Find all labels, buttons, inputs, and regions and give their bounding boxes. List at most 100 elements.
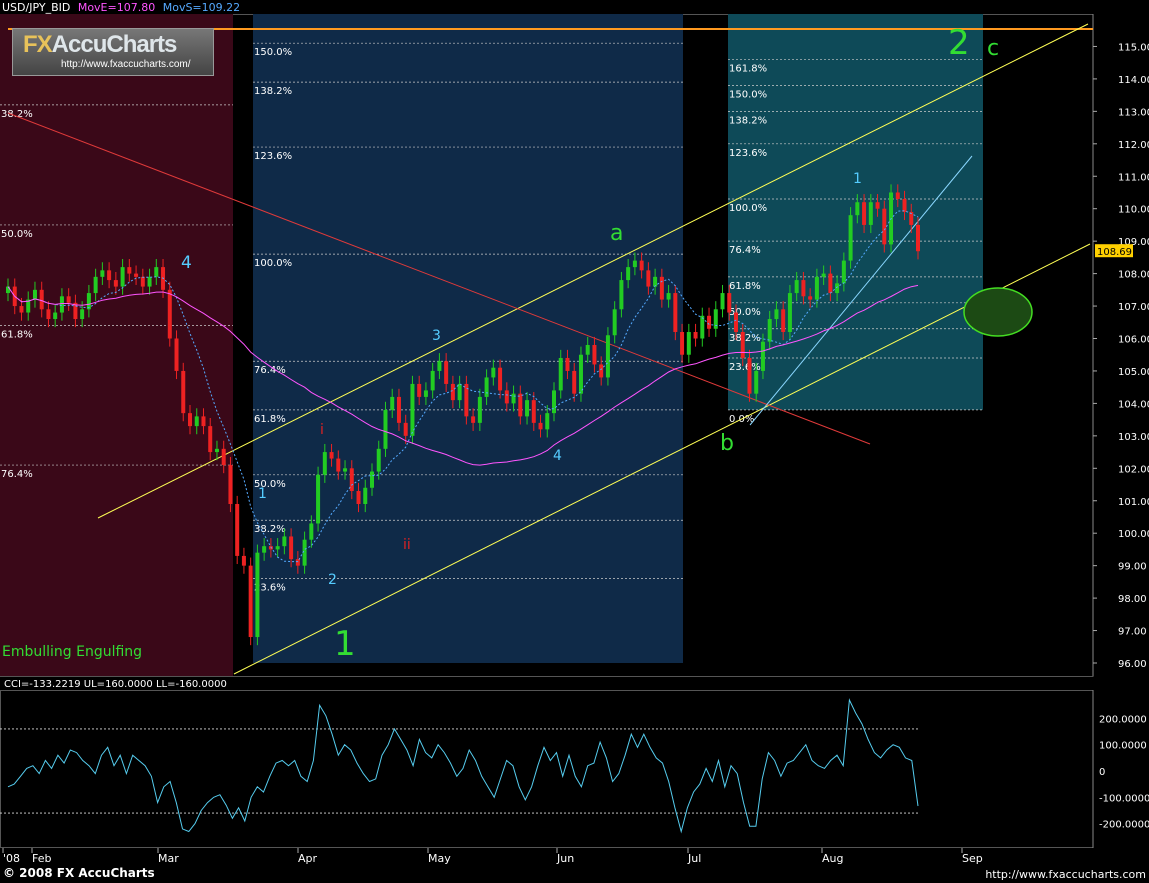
candle-body: [140, 276, 145, 287]
candle-body: [855, 202, 860, 216]
candle-body: [531, 400, 536, 423]
wave-label: 1: [258, 486, 267, 502]
candle-body: [289, 536, 294, 560]
wave-label: 2: [948, 23, 970, 63]
wave-label: 2: [328, 572, 337, 588]
candle-body: [821, 273, 826, 277]
candle-body: [592, 344, 597, 365]
candle-body: [700, 315, 705, 339]
candle-body: [552, 390, 556, 414]
candle-body: [255, 552, 260, 638]
y-tick-label: 110.00: [1118, 205, 1149, 216]
movs-label: MovS=109.22: [162, 1, 241, 14]
candle-body: [484, 377, 489, 397]
y-tick-label: 100.00: [1118, 529, 1149, 540]
candle-body: [248, 565, 253, 638]
candle-body: [734, 312, 738, 333]
candle-body: [673, 293, 678, 333]
candle-body: [6, 286, 10, 294]
copyright-text: © 2008 FX AccuCharts: [3, 866, 155, 880]
cci-tick-label: 100.0000: [1099, 741, 1147, 752]
fib-level-label: 123.6%: [729, 148, 767, 159]
y-tick-label: 114.00: [1118, 75, 1149, 86]
cci-line: [7, 698, 919, 834]
candle-body: [201, 416, 206, 427]
candle-body: [370, 471, 374, 488]
x-tick-label: Sep: [962, 852, 983, 865]
x-tick-label: Apr: [298, 852, 318, 865]
wave-label: b: [720, 431, 734, 456]
x-tick-label: Aug: [822, 852, 843, 865]
fib-level-label: 50.0%: [729, 307, 761, 318]
candle-body: [572, 370, 577, 394]
candle-body: [262, 546, 267, 553]
candle-body: [19, 306, 24, 313]
cci-tick-label: -100.0000: [1099, 793, 1149, 804]
fib-level-label: 50.0%: [1, 229, 33, 240]
y-tick-label: 112.00: [1118, 140, 1149, 151]
candle-body: [498, 367, 503, 391]
candle-body: [612, 309, 617, 336]
candle-body: [511, 393, 516, 404]
candle-body: [120, 267, 125, 287]
candle-body: [383, 409, 388, 449]
candle-body: [848, 215, 853, 261]
candle-body: [188, 413, 192, 427]
candle-body: [356, 491, 361, 504]
candle-body: [147, 276, 152, 287]
candle-body: [390, 396, 395, 410]
candle-body: [767, 319, 772, 342]
candle-body: [423, 390, 428, 397]
candle-body: [659, 276, 664, 300]
candle-body: [295, 559, 300, 566]
candle-body: [882, 208, 887, 245]
candle-body: [46, 309, 51, 320]
candle-body: [578, 354, 583, 394]
y-tick-label: 99.00: [1118, 562, 1147, 573]
candle-body: [477, 396, 482, 423]
candle-body: [174, 338, 179, 371]
fib-level-label: 61.8%: [729, 281, 761, 292]
fib-level-label: 76.4%: [1, 469, 33, 480]
candle-body: [32, 289, 37, 300]
pattern-annotation: Embulling Engulfing: [2, 644, 142, 660]
candle-body: [417, 383, 422, 397]
candle-body: [740, 332, 745, 358]
cci-panel-frame: [0, 690, 1094, 848]
wave-label: 1: [334, 624, 356, 664]
candle-body: [491, 367, 496, 378]
fib-level-label: 100.0%: [729, 203, 767, 214]
candle-body: [599, 364, 604, 378]
candle-body: [619, 280, 624, 310]
candle-body: [902, 198, 907, 212]
x-tick-label: Feb: [32, 852, 51, 865]
candle-body: [403, 422, 408, 436]
candle-body: [781, 309, 786, 333]
y-tick-label: 96.00: [1118, 659, 1147, 670]
candle-body: [437, 361, 442, 371]
wave-label: c: [987, 36, 999, 61]
fib-zone-1: [0, 14, 233, 676]
candle-body: [585, 344, 590, 355]
candle-body: [868, 202, 873, 225]
y-tick-label: 101.00: [1118, 497, 1149, 508]
candle-body: [430, 370, 435, 391]
move-label: MovE=107.80: [77, 1, 156, 14]
candle-body: [828, 273, 833, 294]
chart-header: USD/JPY_BID MovE=107.80 MovS=109.22: [2, 1, 240, 14]
candle-body: [525, 400, 530, 417]
cci-tick-label: 200.0000: [1099, 714, 1147, 725]
candle-body: [221, 448, 226, 466]
fib-level-label: 38.2%: [1, 109, 33, 120]
candle-body: [241, 555, 246, 566]
candle-body: [450, 383, 455, 401]
candle-body: [808, 296, 813, 300]
x-tick-label: Jul: [687, 852, 701, 865]
candle-body: [760, 341, 765, 371]
y-tick-label: 108.00: [1118, 270, 1149, 281]
candle-body: [194, 416, 199, 427]
candle-body: [66, 296, 71, 303]
candle-body: [107, 270, 112, 281]
cci-title: CCI=-133.2219 UL=160.0000 LL=-160.0000: [4, 679, 227, 690]
logo-url: http://www.fxaccucharts.com/: [61, 59, 191, 70]
